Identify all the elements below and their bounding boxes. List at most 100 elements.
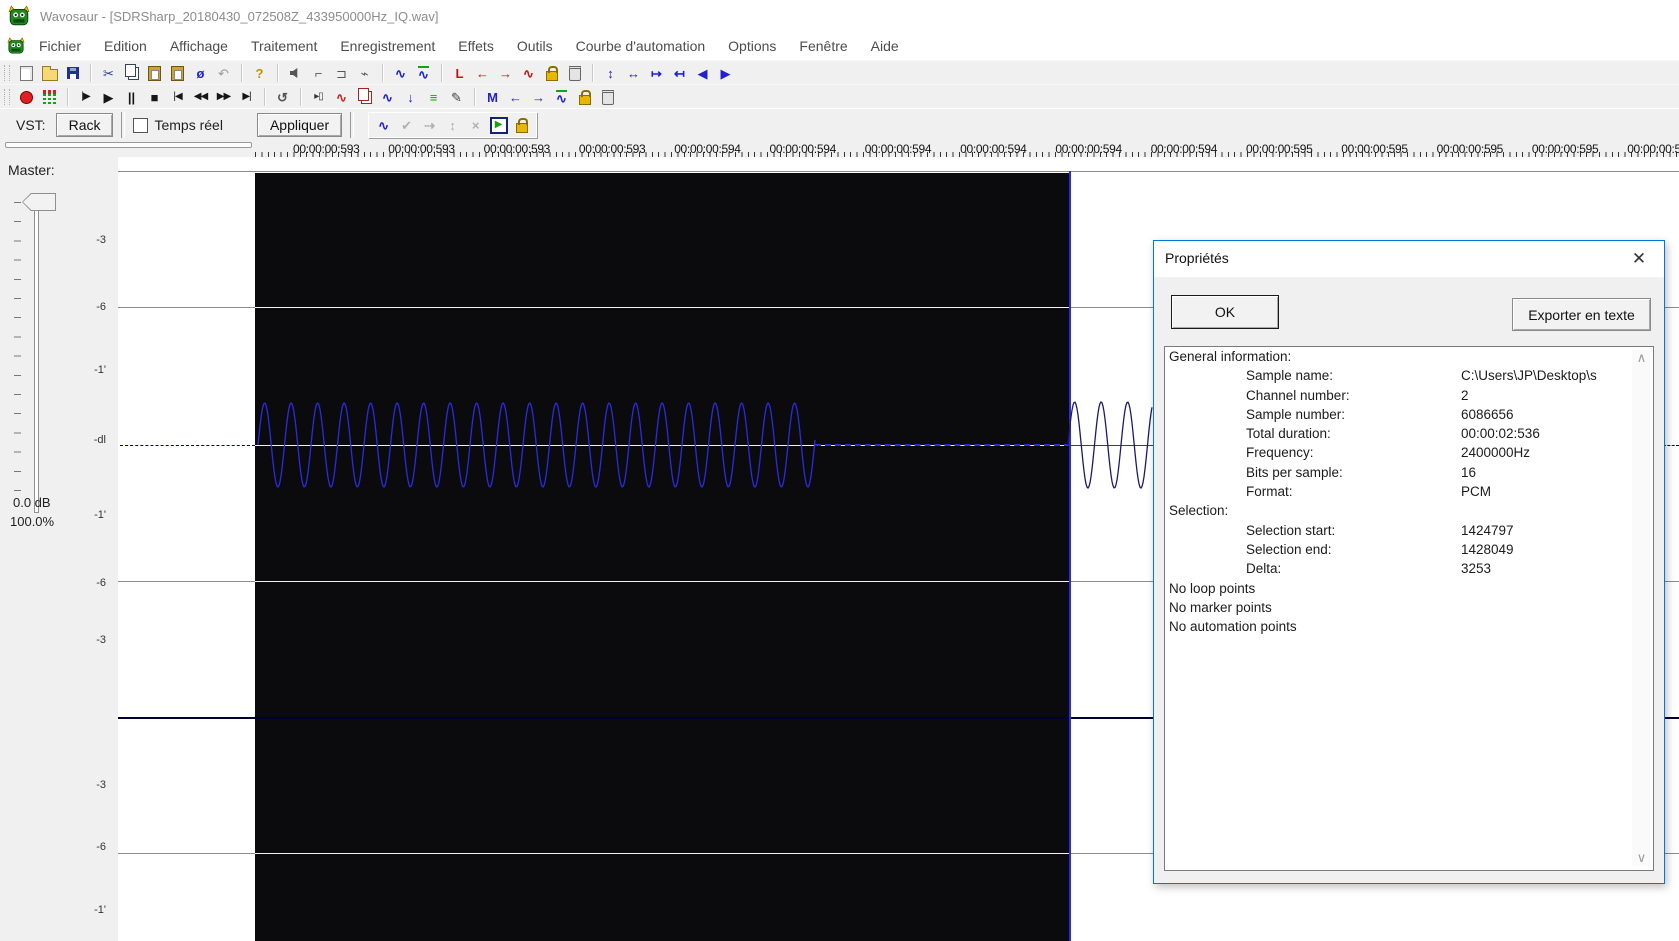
paste-button[interactable] (143, 63, 166, 83)
delete-markers-button[interactable] (596, 87, 619, 107)
audio-routing-in-button[interactable]: ⌐ (307, 63, 330, 83)
menu-fichier[interactable]: Fichier (39, 38, 81, 54)
level-ruler-label: -3 (96, 634, 106, 646)
lock-automation-button[interactable] (510, 115, 533, 135)
menu-edition[interactable]: Edition (104, 38, 147, 54)
play-button[interactable]: ▶ (97, 87, 120, 107)
fast-forward-button[interactable]: ▶▶ (212, 87, 235, 107)
position-slider-track[interactable] (5, 142, 252, 148)
new-file-icon (20, 65, 33, 81)
menu-courbe-d-automation[interactable]: Courbe d'automation (576, 38, 706, 54)
normalize-button[interactable]: ↓ (399, 87, 422, 107)
selection-region[interactable] (255, 173, 1070, 941)
statistics-button[interactable]: ∿ (330, 87, 353, 107)
realtime-checkbox[interactable] (133, 117, 149, 133)
go-to-start-button[interactable]: |◀ (166, 87, 189, 107)
master-slider-handle[interactable] (22, 193, 56, 211)
master-slider-track[interactable] (34, 199, 39, 513)
batch-copy-button[interactable] (353, 87, 376, 107)
crossed-circle-button[interactable]: ø (189, 63, 212, 83)
audio-device-button[interactable] (284, 63, 307, 83)
cut-button[interactable]: ✂ (97, 63, 120, 83)
lock-markers-icon (578, 90, 591, 105)
menu-outils[interactable]: Outils (517, 38, 553, 54)
loop-marker-icon: L (455, 65, 464, 81)
apply-button[interactable]: Appliquer (256, 113, 343, 137)
waveform-snap-button[interactable]: ∿ (412, 63, 435, 83)
save-file-button[interactable] (61, 63, 84, 83)
audio-routing-out-button[interactable]: ⊐ (330, 63, 353, 83)
menu-options[interactable]: Options (728, 38, 776, 54)
settings-wrench-button[interactable]: ⌁ (353, 63, 376, 83)
resample-button[interactable]: ∿ (376, 87, 399, 107)
draw-tool-button[interactable]: ✎ (445, 87, 468, 107)
menu-fen-tre[interactable]: Fenêtre (799, 38, 847, 54)
next-loop-point-button[interactable]: → (494, 63, 517, 83)
rack-button[interactable]: Rack (55, 113, 114, 137)
master-label: Master: (8, 162, 55, 178)
rewind-button[interactable]: ◀◀ (189, 87, 212, 107)
apply-automation-button[interactable]: ✔ (395, 115, 418, 135)
close-icon[interactable]: ✕ (1628, 248, 1650, 270)
scale-points-button[interactable]: ↕ (441, 115, 464, 135)
automation-curve-button[interactable]: ∿ (372, 115, 395, 135)
menu-affichage[interactable]: Affichage (170, 38, 228, 54)
record-button[interactable] (15, 87, 38, 107)
copy-button[interactable] (120, 63, 143, 83)
help-button[interactable]: ? (248, 63, 271, 83)
lock-loop-points-button[interactable] (540, 63, 563, 83)
prev-marker-button[interactable]: ← (504, 87, 527, 107)
grid-line (255, 853, 1070, 854)
export-text-button[interactable]: Exporter en texte (1512, 298, 1651, 331)
paste-new-button[interactable] (166, 63, 189, 83)
open-file-button[interactable] (38, 63, 61, 83)
next-marker-button[interactable]: → (527, 87, 550, 107)
new-file-button[interactable] (15, 63, 38, 83)
properties-row: Format: PCM (1165, 482, 1653, 501)
property-value: PCM (1461, 484, 1491, 500)
stop-button[interactable]: ■ (143, 87, 166, 107)
scroll-up-icon[interactable]: ∧ (1632, 349, 1651, 366)
pause-button[interactable]: || (120, 87, 143, 107)
insert-file-button[interactable]: ▸▯ (307, 87, 330, 107)
toolbar-separator (277, 64, 278, 82)
play-from-cursor-button[interactable]: |▶ (74, 87, 97, 107)
zoom-in-button[interactable]: ↦ (645, 63, 668, 83)
undo-button[interactable]: ↶ (212, 63, 235, 83)
prev-loop-point-button[interactable]: ← (471, 63, 494, 83)
scroll-right-button[interactable]: ▶ (714, 63, 737, 83)
scroll-left-button[interactable]: ◀ (691, 63, 714, 83)
delete-points-button[interactable]: × (464, 115, 487, 135)
waveform-select-button[interactable]: ∿ (389, 63, 412, 83)
timeline-label: 00:00:00:593 (388, 142, 455, 156)
marker-button[interactable]: M (481, 87, 504, 107)
playlist-button[interactable]: ≡ (422, 87, 445, 107)
delete-loop-points-button[interactable] (563, 63, 586, 83)
interpolate-points-button[interactable]: ⇢ (418, 115, 441, 135)
menu-effets[interactable]: Effets (458, 38, 494, 54)
lock-markers-button[interactable] (573, 87, 596, 107)
menu-aide[interactable]: Aide (871, 38, 899, 54)
play-automation-button[interactable]: ▶ (487, 115, 510, 135)
zoom-selection-button[interactable]: ↔ (622, 63, 645, 83)
scroll-left-icon: ◀ (697, 65, 708, 81)
loop-marker-button[interactable]: L (448, 63, 471, 83)
dialog-title-bar: Propriétés ✕ (1154, 241, 1664, 277)
automation-toolbar: ∿ ✔ ⇢ ↕ × ▶ (368, 112, 538, 138)
loop-playback-button[interactable]: ↺ (271, 87, 294, 107)
menu-enregistrement[interactable]: Enregistrement (340, 38, 435, 54)
level-meter-button[interactable] (38, 87, 61, 107)
zoom-out-button[interactable]: ↤ (668, 63, 691, 83)
ok-button[interactable]: OK (1171, 295, 1279, 329)
go-to-end-button[interactable]: ▶| (235, 87, 258, 107)
toolbar-separator (592, 64, 593, 82)
zoom-vertical-button[interactable]: ↕ (599, 63, 622, 83)
marker-wave-button[interactable]: ∿ (550, 87, 573, 107)
selection-edge-cursor[interactable] (1069, 171, 1071, 941)
menu-traitement[interactable]: Traitement (251, 38, 317, 54)
scrollbar[interactable]: ∧ ∨ (1632, 349, 1651, 866)
scroll-down-icon[interactable]: ∨ (1632, 849, 1651, 866)
loop-wave-button[interactable]: ∿ (517, 63, 540, 83)
marker-icon: M (487, 89, 498, 105)
pause-icon: || (127, 89, 136, 105)
